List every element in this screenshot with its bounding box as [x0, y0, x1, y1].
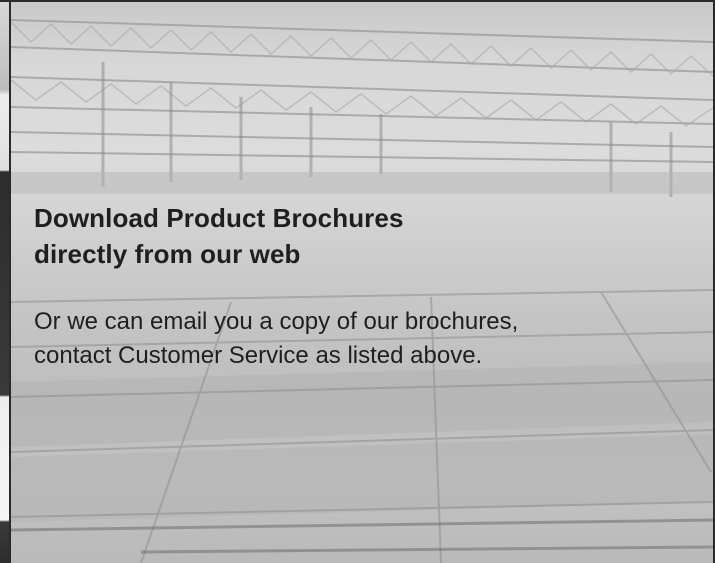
left-edge-strip — [0, 0, 9, 563]
headline: Download Product Brochures directly from… — [34, 200, 674, 272]
brochure-message: Download Product Brochures directly from… — [34, 200, 674, 373]
headline-line-1: Download Product Brochures — [34, 203, 404, 233]
body-text: Or we can email you a copy of our brochu… — [34, 305, 674, 373]
body-line-1: Or we can email you a copy of our brochu… — [34, 308, 519, 335]
headline-line-2: directly from our web — [34, 239, 301, 269]
brochure-panel: Download Product Brochures directly from… — [0, 0, 715, 563]
body-line-2: contact Customer Service as listed above… — [34, 342, 483, 369]
